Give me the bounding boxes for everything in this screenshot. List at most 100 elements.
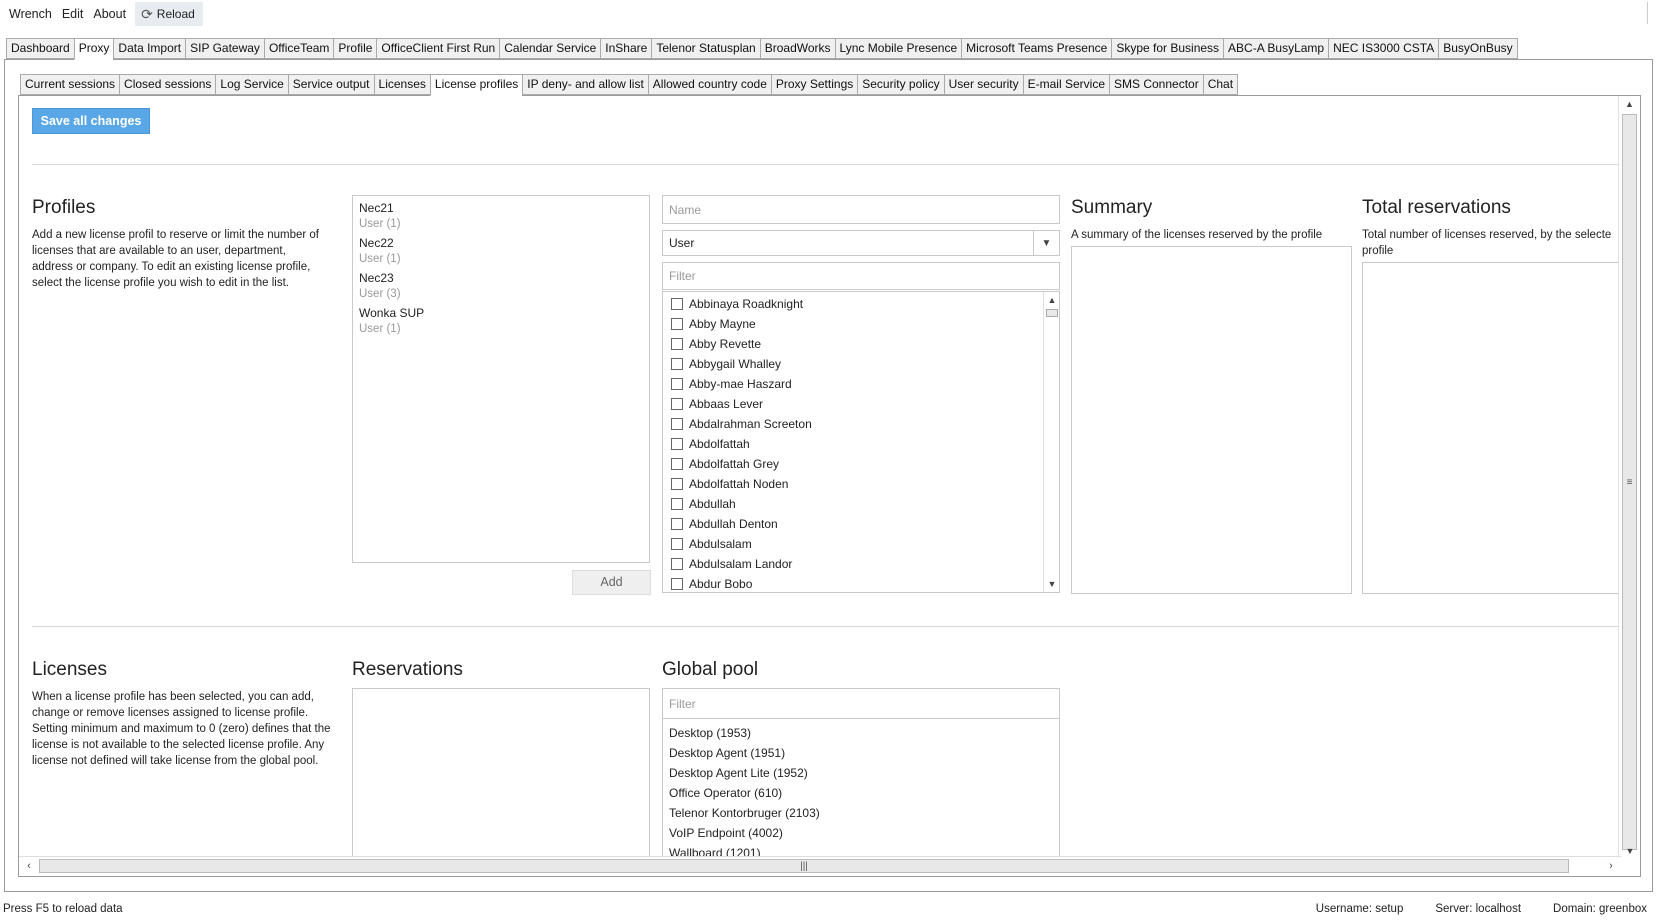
list-item[interactable]: Abbaas Lever [663, 394, 1059, 414]
list-item[interactable]: Abdulsalam [663, 534, 1059, 554]
profiles-description: Add a new license profil to reserve or l… [32, 229, 319, 289]
user-checkbox[interactable] [671, 518, 683, 530]
tab-dashboard[interactable]: Dashboard [6, 38, 74, 59]
subtab-service-output[interactable]: Service output [287, 74, 374, 95]
menu-wrench[interactable]: Wrench [4, 0, 57, 28]
user-list-scrollbar[interactable]: ▲ ▼ [1043, 292, 1059, 592]
subtab-current-sessions[interactable]: Current sessions [20, 74, 120, 95]
main-vertical-scrollbar[interactable]: ▲ ≡ ▼ [1618, 96, 1640, 859]
user-checkbox[interactable] [671, 478, 683, 490]
list-item[interactable]: Abdulsalam Landor [663, 554, 1059, 574]
scroll-left-icon[interactable]: ‹ [21, 857, 37, 875]
tab-microsoft-teams-presence[interactable]: Microsoft Teams Presence [961, 38, 1112, 59]
tab-sip-gateway[interactable]: SIP Gateway [185, 38, 264, 59]
subtab-sms-connector[interactable]: SMS Connector [1109, 74, 1203, 95]
total-reservations-title: Total reservations [1362, 197, 1511, 218]
user-checkbox[interactable] [671, 438, 683, 450]
scroll-up-icon[interactable]: ▲ [1044, 292, 1059, 308]
user-checkbox[interactable] [671, 558, 683, 570]
user-checkbox[interactable] [671, 398, 683, 410]
list-item[interactable]: Desktop (1953) [663, 723, 1059, 743]
tab-skype-for-business[interactable]: Skype for Business [1111, 38, 1224, 59]
subtab-closed-sessions[interactable]: Closed sessions [119, 74, 216, 95]
user-checkbox[interactable] [671, 538, 683, 550]
users-filter-input[interactable]: Filter [662, 262, 1060, 290]
tab-lync-mobile-presence[interactable]: Lync Mobile Presence [834, 38, 962, 59]
subtab-user-security[interactable]: User security [943, 74, 1023, 95]
list-item[interactable]: Telenor Kontorbruger (2103) [663, 803, 1059, 823]
scroll-up-icon[interactable]: ▲ [1619, 96, 1640, 112]
user-checkbox[interactable] [671, 498, 683, 510]
tab-nec-is3000-csta[interactable]: NEC IS3000 CSTA [1328, 38, 1439, 59]
tab-abc-a-busylamp[interactable]: ABC-A BusyLamp [1223, 38, 1329, 59]
subtab-ip-deny-allow-list[interactable]: IP deny- and allow list [522, 74, 648, 95]
subtab-licenses[interactable]: Licenses [373, 74, 430, 95]
list-item[interactable]: Abdullah [663, 494, 1059, 514]
list-item[interactable]: Abdolfattah [663, 434, 1059, 454]
tab-telenor-statusplan[interactable]: Telenor Statusplan [651, 38, 760, 59]
list-item[interactable]: Desktop Agent (1951) [663, 743, 1059, 763]
user-checkbox[interactable] [671, 458, 683, 470]
menu-about[interactable]: About [88, 0, 131, 28]
add-profile-button[interactable]: Add [572, 570, 651, 595]
list-item[interactable]: Abbinaya Roadknight [663, 294, 1059, 314]
user-checkbox[interactable] [671, 578, 683, 590]
user-name: Abdullah [689, 497, 736, 511]
scroll-down-icon[interactable]: ▼ [1619, 843, 1641, 859]
subtab-chat[interactable]: Chat [1202, 74, 1239, 95]
tab-inshare[interactable]: InShare [600, 38, 652, 59]
reload-button[interactable]: ⟳ Reload [135, 2, 203, 26]
list-item[interactable]: Abby-mae Haszard [663, 374, 1059, 394]
tab-broadworks[interactable]: BroadWorks [759, 38, 835, 59]
subtab-email-service[interactable]: E-mail Service [1022, 74, 1109, 95]
user-checkbox[interactable] [671, 338, 683, 350]
subtab-log-service[interactable]: Log Service [215, 74, 288, 95]
tab-proxy[interactable]: Proxy [73, 38, 114, 60]
user-checkbox[interactable] [671, 418, 683, 430]
status-server: Server: localhost [1435, 903, 1522, 915]
list-item[interactable]: Abdalrahman Screeton [663, 414, 1059, 434]
reservations-title: Reservations [352, 659, 463, 680]
scroll-right-icon[interactable]: › [1603, 857, 1619, 875]
profile-item[interactable]: Nec21 User (1) [359, 200, 643, 232]
list-item[interactable]: Abdolfattah Grey [663, 454, 1059, 474]
user-checkbox[interactable] [671, 298, 683, 310]
subtab-security-policy[interactable]: Security policy [857, 74, 944, 95]
tab-officeclient-first-run[interactable]: OfficeClient First Run [376, 38, 500, 59]
save-all-changes-button[interactable]: Save all changes [32, 108, 150, 134]
user-checkbox[interactable] [671, 378, 683, 390]
list-item[interactable]: Abdolfattah Noden [663, 474, 1059, 494]
list-item[interactable]: Abdullah Denton [663, 514, 1059, 534]
profile-item[interactable]: Nec22 User (1) [359, 235, 643, 267]
list-item[interactable]: VoIP Endpoint (4002) [663, 823, 1059, 843]
main-horizontal-scrollbar[interactable]: ‹ ||| › [19, 856, 1621, 874]
subtab-proxy-settings[interactable]: Proxy Settings [770, 74, 858, 95]
user-checkbox[interactable] [671, 358, 683, 370]
list-item[interactable]: Abby Revette [663, 334, 1059, 354]
scroll-down-icon[interactable]: ▼ [1044, 576, 1059, 592]
list-item[interactable]: Abbygail Whalley [663, 354, 1059, 374]
scrollbar-thumb[interactable]: ||| [39, 859, 1569, 873]
chevron-down-icon[interactable]: ▼ [1033, 231, 1059, 255]
list-item[interactable]: Desktop Agent Lite (1952) [663, 763, 1059, 783]
user-name: Abdolfattah Noden [689, 477, 789, 491]
list-item[interactable]: Office Operator (610) [663, 783, 1059, 803]
tab-calendar-service[interactable]: Calendar Service [499, 38, 601, 59]
subtab-allowed-country-code[interactable]: Allowed country code [647, 74, 771, 95]
scrollbar-thumb[interactable] [1046, 309, 1058, 317]
list-item[interactable]: Abdur Bobo [663, 574, 1059, 592]
list-item[interactable]: Abby Mayne [663, 314, 1059, 334]
profile-item[interactable]: Nec23 User (3) [359, 270, 643, 302]
profile-item[interactable]: Wonka SUP User (1) [359, 305, 643, 337]
subtab-license-profiles[interactable]: License profiles [429, 74, 523, 96]
profile-type-select[interactable]: User ▼ [662, 230, 1060, 256]
tab-officeteam[interactable]: OfficeTeam [263, 38, 334, 59]
tab-busyonbusy[interactable]: BusyOnBusy [1438, 38, 1518, 59]
user-checkbox[interactable] [671, 318, 683, 330]
menu-edit[interactable]: Edit [57, 0, 89, 28]
tab-data-import[interactable]: Data Import [113, 38, 186, 59]
tab-profile[interactable]: Profile [333, 38, 377, 59]
scrollbar-thumb[interactable]: ≡ [1622, 114, 1637, 850]
profile-name-input[interactable]: Name [662, 195, 1060, 224]
global-pool-filter-input[interactable]: Filter [662, 688, 1060, 719]
